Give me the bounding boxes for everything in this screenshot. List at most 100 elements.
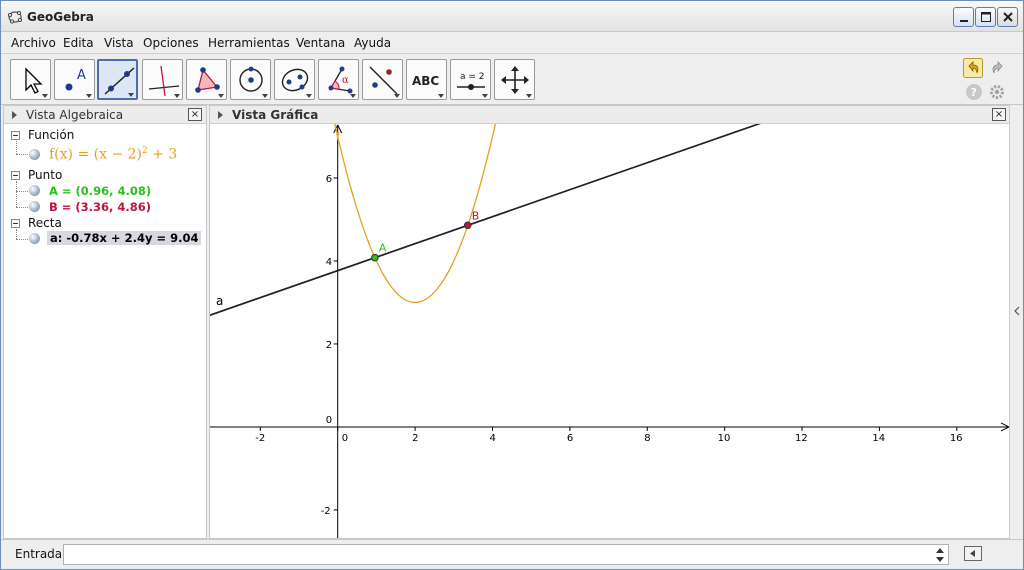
menu-ayuda[interactable]: Ayuda — [354, 36, 391, 50]
point-a[interactable] — [371, 253, 379, 262]
help-icon[interactable]: ? — [965, 83, 985, 103]
collapse-funcion-icon[interactable] — [11, 131, 20, 140]
perpendicular-tool-button[interactable] — [142, 59, 183, 100]
point-a-item[interactable]: A = (0.96, 4.08) — [49, 184, 151, 198]
app-window: GeoGebra Archivo Edita Vista Opciones He… — [0, 0, 1024, 570]
entrada-input[interactable] — [63, 544, 949, 565]
function-f-item[interactable]: f(x) = (x − 2)2 + 3 — [49, 146, 177, 163]
polygon-icon — [195, 67, 220, 93]
category-punto: Punto — [28, 168, 63, 182]
collapse-punto-icon[interactable] — [11, 171, 20, 180]
menu-bar: Archivo Edita Vista Opciones Herramienta… — [1, 32, 1023, 54]
input-bar: Entrada: — [1, 539, 1023, 569]
graphics-view[interactable]: Vista Gráfica × -2 0 2 4 6 8 10 12 14 16 -2 0 2 4 6 f a A… — [209, 105, 1010, 539]
category-recta: Recta — [28, 216, 62, 230]
reflect-about-line-icon — [369, 66, 398, 95]
tree-connector — [16, 239, 28, 240]
visibility-ball-icon[interactable] — [29, 149, 40, 160]
conic-tool-button[interactable] — [274, 59, 315, 100]
slider-tool-button[interactable]: a = 2 — [450, 59, 491, 100]
tree-connector — [16, 141, 17, 154]
category-funcion: Función — [28, 128, 75, 142]
text-tool-button[interactable]: ABC — [406, 59, 447, 100]
graphing-canvas[interactable]: -2 0 2 4 6 8 10 12 14 16 -2 0 2 4 6 f a A B — [210, 124, 1010, 539]
y-tick-label: 0 — [326, 415, 332, 426]
ellipse-icon — [281, 68, 309, 92]
function-f-label: f — [336, 130, 341, 143]
x-tick-label: 12 — [795, 433, 808, 444]
settings-gear-icon[interactable] — [988, 83, 1008, 103]
y-tick-label: 2 — [326, 340, 332, 351]
point-a-label: A — [379, 242, 387, 255]
angle-tool-button[interactable]: α — [318, 59, 359, 100]
point-b-item[interactable]: B = (3.36, 4.86) — [49, 200, 151, 214]
x-tick-label: 0 — [342, 433, 348, 444]
geogebra-logo-icon — [7, 11, 22, 24]
collapse-arrow-icon[interactable] — [1010, 105, 1023, 539]
close-graphics-view-button[interactable]: × — [992, 108, 1006, 121]
svg-text:a = 2: a = 2 — [460, 72, 485, 82]
angle-icon: α — [328, 66, 353, 94]
close-window-button[interactable] — [997, 7, 1018, 27]
toolbar: A α ABC a = 2 ? — [1, 55, 1023, 105]
input-help-button[interactable] — [964, 546, 982, 561]
slider-icon: a = 2 — [457, 72, 485, 90]
visibility-ball-icon[interactable] — [29, 233, 40, 244]
expand-arrow-icon[interactable] — [12, 111, 17, 119]
line-a-label: a — [216, 294, 223, 308]
x-tick-label: 10 — [718, 433, 731, 444]
x-tick-label: 14 — [872, 433, 885, 444]
circle-tool-button[interactable] — [230, 59, 271, 100]
line-a[interactable] — [210, 124, 1010, 316]
visibility-ball-icon[interactable] — [29, 185, 40, 196]
tree-connector — [16, 207, 28, 208]
algebra-view-header[interactable]: Vista Algebraica × — [4, 106, 206, 124]
close-algebra-view-button[interactable]: × — [188, 108, 202, 121]
menu-edita[interactable]: Edita — [63, 36, 94, 50]
line-a-item[interactable]: a: -0.78x + 2.4y = 9.04 — [47, 231, 202, 245]
side-panel-toggle[interactable] — [1010, 105, 1023, 539]
tree-connector — [16, 181, 17, 207]
toggle-panel-icon — [970, 550, 975, 557]
menu-ventana[interactable]: Ventana — [296, 36, 345, 50]
redo-icon[interactable] — [988, 58, 1008, 78]
expand-arrow-icon[interactable] — [218, 111, 223, 119]
move-tool-button[interactable] — [10, 59, 51, 100]
y-tick-label: 6 — [326, 174, 332, 185]
maximize-icon — [981, 12, 991, 22]
x-tick-label: 6 — [567, 433, 573, 444]
point-b[interactable] — [463, 221, 472, 230]
algebra-view: Vista Algebraica × Función f(x) = (x − 2… — [3, 105, 207, 539]
reflect-tool-button[interactable] — [362, 59, 403, 100]
menu-archivo[interactable]: Archivo — [11, 36, 56, 50]
point-icon: A — [65, 68, 86, 91]
history-spinner-icon[interactable] — [935, 546, 945, 564]
graphics-view-header[interactable]: Vista Gráfica × — [210, 106, 1009, 124]
x-tick-label: 4 — [489, 433, 495, 444]
algebra-view-title: Vista Algebraica — [26, 108, 124, 122]
x-tick-label: 2 — [412, 433, 418, 444]
y-tick-label: -2 — [321, 506, 331, 517]
svg-text:α: α — [342, 75, 349, 86]
polygon-tool-button[interactable] — [186, 59, 227, 100]
text-icon: ABC — [412, 74, 439, 88]
collapse-recta-icon[interactable] — [11, 219, 20, 228]
point-b-label: B — [472, 209, 480, 222]
visibility-ball-icon[interactable] — [29, 201, 40, 212]
svg-text:ABC: ABC — [412, 74, 439, 88]
graphics-view-title: Vista Gráfica — [232, 108, 319, 122]
undo-icon[interactable] — [963, 58, 983, 78]
maximize-button[interactable] — [975, 7, 996, 27]
minimize-button[interactable] — [953, 7, 974, 27]
menu-vista[interactable]: Vista — [104, 36, 134, 50]
y-tick-label: 4 — [326, 257, 332, 268]
x-tick-label: 8 — [644, 433, 650, 444]
minimize-icon — [960, 20, 968, 22]
move-view-tool-button[interactable] — [494, 59, 535, 100]
line-tool-button[interactable] — [97, 59, 138, 100]
title-bar[interactable]: GeoGebra — [1, 1, 1023, 32]
menu-herramientas[interactable]: Herramientas — [208, 36, 290, 50]
point-tool-button[interactable]: A — [54, 59, 95, 100]
tree-connector — [16, 154, 28, 155]
menu-opciones[interactable]: Opciones — [143, 36, 199, 50]
